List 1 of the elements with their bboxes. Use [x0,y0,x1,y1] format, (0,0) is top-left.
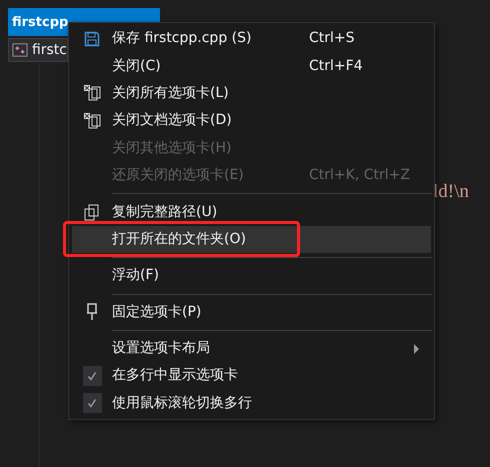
code-text: ld!\n [433,180,470,204]
